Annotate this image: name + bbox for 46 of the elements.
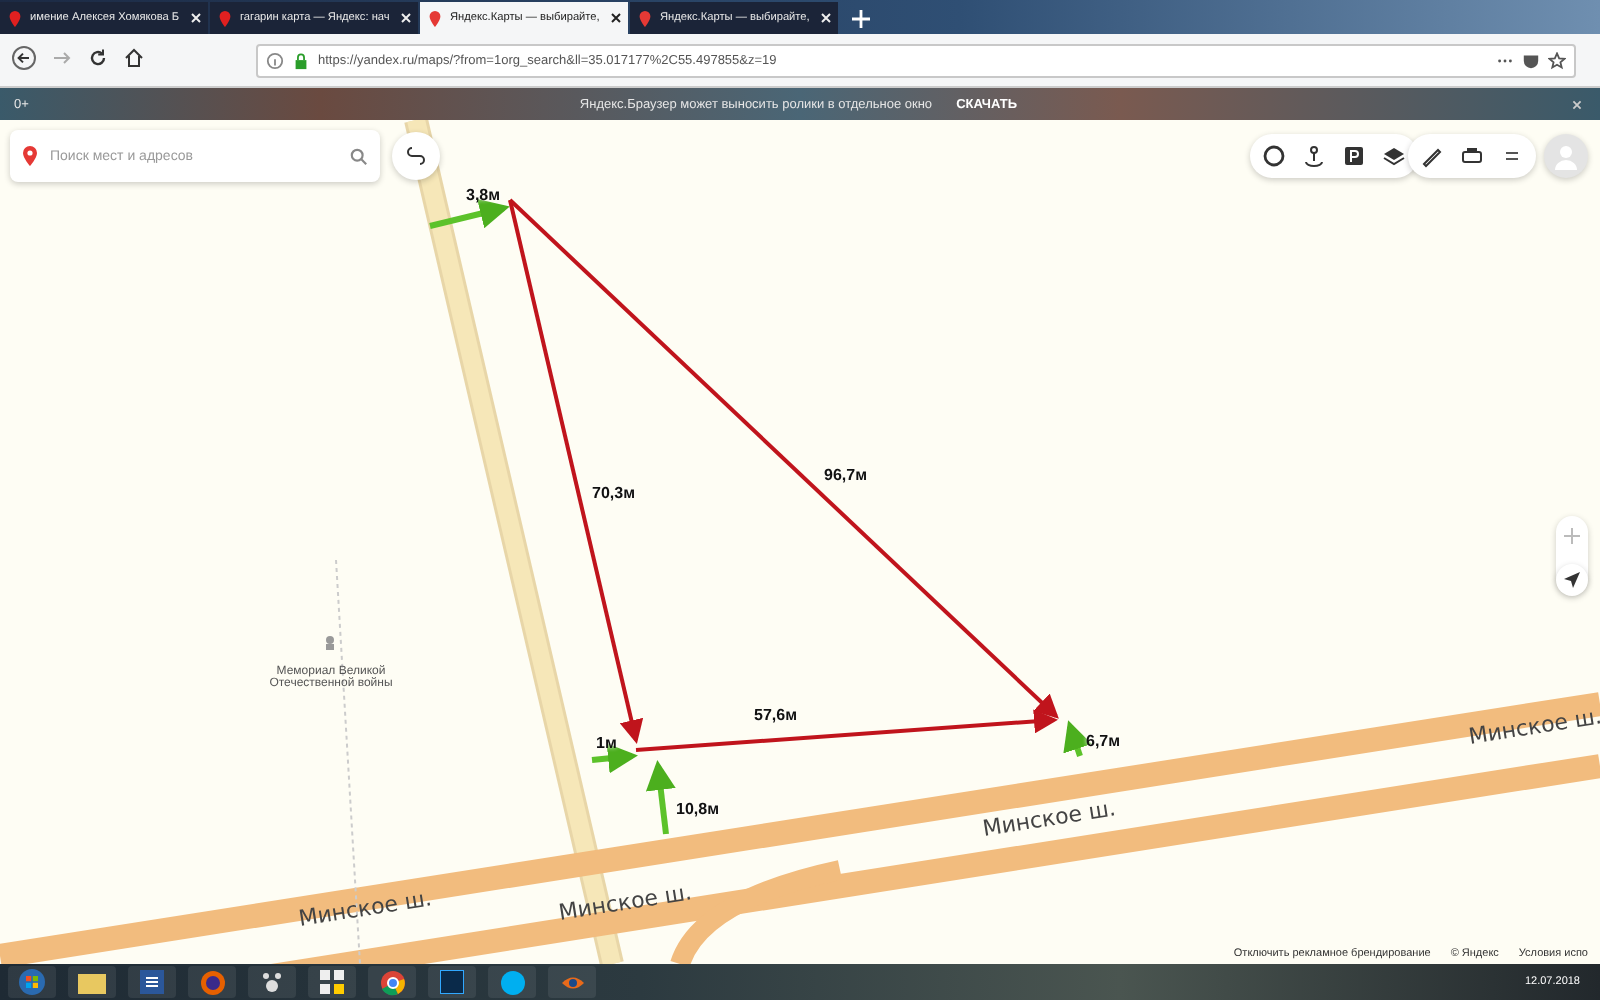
back-button[interactable] <box>12 45 36 75</box>
road-label: Минское ш. <box>296 885 434 932</box>
route-button[interactable] <box>392 132 440 180</box>
distance-label: 96,7м <box>824 466 867 484</box>
distance-label: 70,3м <box>592 484 635 502</box>
map-pin-icon <box>22 146 38 166</box>
route-icon <box>406 146 426 166</box>
offset-arrow <box>645 760 676 835</box>
road-label: Минское ш. <box>1466 703 1600 750</box>
map-pin-icon <box>426 9 444 27</box>
map-pin-icon <box>6 9 24 27</box>
search-icon[interactable] <box>350 147 368 165</box>
panorama-button[interactable] <box>1302 144 1326 168</box>
home-button[interactable] <box>124 47 144 73</box>
plus-icon <box>852 10 870 28</box>
map-pin-icon <box>216 9 234 27</box>
document-icon[interactable] <box>128 966 176 998</box>
parking-button[interactable] <box>1342 144 1366 168</box>
traffic-button[interactable] <box>1262 144 1286 168</box>
close-icon[interactable] <box>610 12 622 24</box>
plus-icon <box>1564 527 1580 543</box>
distance-label: 10,8м <box>676 800 719 818</box>
grid-app-icon[interactable] <box>308 966 356 998</box>
distance-label: 6,7м <box>1086 732 1121 750</box>
road-label: Минское ш. <box>556 879 694 926</box>
star-icon[interactable] <box>1548 51 1566 69</box>
paw-icon[interactable] <box>248 966 296 998</box>
folder-icon[interactable] <box>68 966 116 998</box>
distance-label: 57,6м <box>754 706 797 724</box>
arrow-icon <box>1564 572 1580 588</box>
distance-label: 1м <box>596 734 617 752</box>
info-icon <box>266 51 284 69</box>
map-pin-icon <box>636 9 654 27</box>
road-label: Минское ш. <box>980 795 1118 842</box>
distance-label: 3,8м <box>466 186 501 204</box>
offset-arrow <box>429 199 510 229</box>
padlock-icon <box>292 51 310 69</box>
print-button[interactable] <box>1460 144 1484 168</box>
eye-icon[interactable] <box>548 966 596 998</box>
ruler-button[interactable] <box>1420 144 1444 168</box>
layers-button[interactable] <box>1382 144 1406 168</box>
browser-icon[interactable] <box>188 966 236 998</box>
monument-icon <box>326 636 334 650</box>
person-silhouette-icon <box>1552 142 1580 170</box>
start-button[interactable] <box>8 966 56 998</box>
location-button[interactable] <box>1556 564 1588 596</box>
